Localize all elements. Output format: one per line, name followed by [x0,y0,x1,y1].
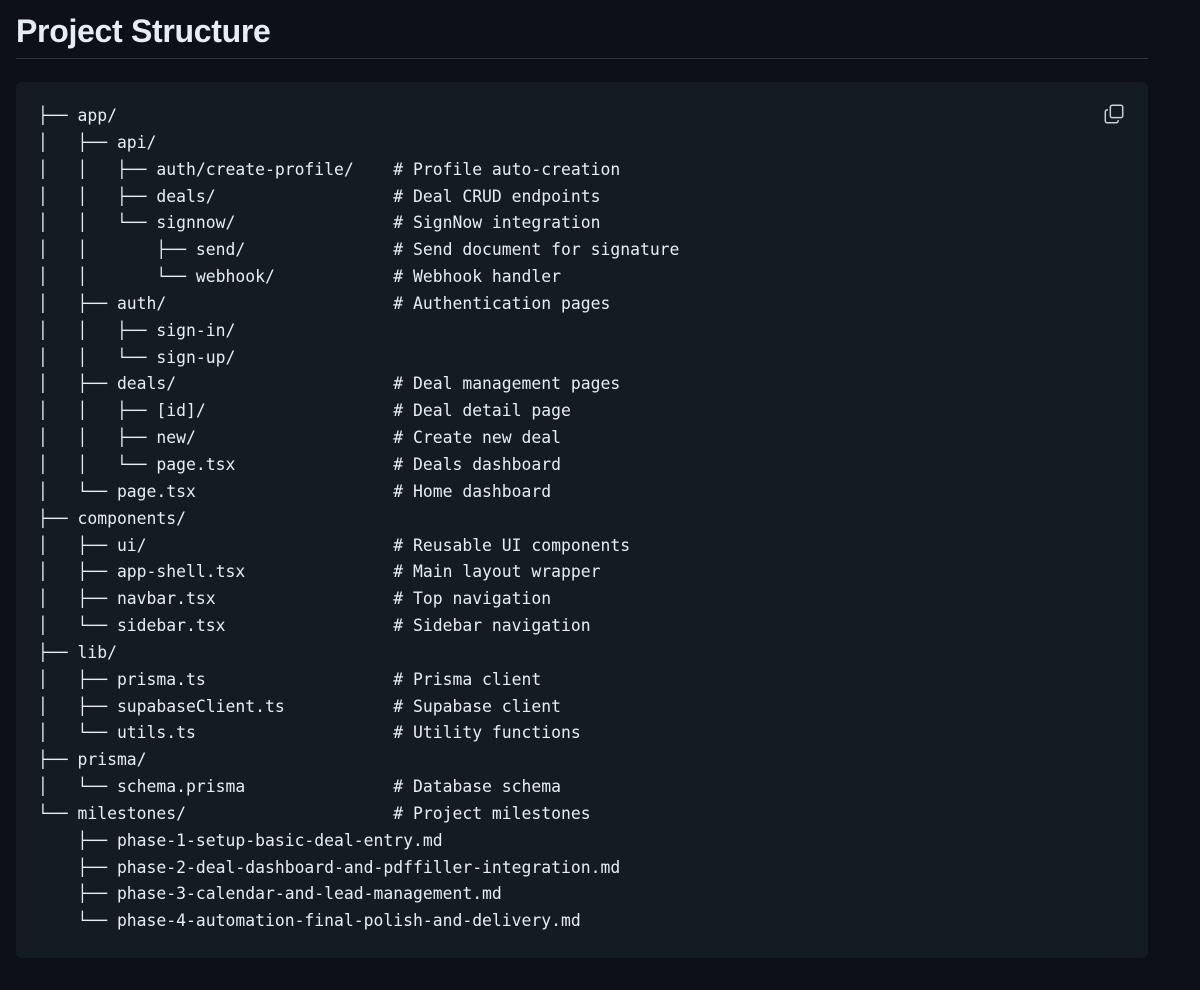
page-title: Project Structure [16,13,271,49]
tree-line: ├── components/ [38,508,187,528]
tree-line: ├── phase-2-deal-dashboard-and-pdffiller… [38,857,621,877]
tree-line: │ ├── app-shell.tsx # Main layout wrappe… [38,562,601,582]
tree-line: │ └── sidebar.tsx # Sidebar navigation [38,616,591,636]
tree-line: ├── prisma/ [38,750,147,770]
tree-line: ├── app/ [38,106,117,125]
tree-line: │ └── page.tsx # Home dashboard [38,481,552,501]
copy-button[interactable] [1098,98,1130,130]
tree-line: │ ├── navbar.tsx # Top navigation [38,589,552,609]
tree-line: │ │ ├── [id]/ # Deal detail page [38,401,571,421]
tree-line: │ │ └── page.tsx # Deals dashboard [38,454,562,474]
tree-line: │ │ ├── auth/create-profile/ # Profile a… [38,159,621,179]
tree-line: │ └── utils.ts # Utility functions [38,723,581,743]
tree-line: │ │ └── signnow/ # SignNow integration [38,213,601,233]
directory-tree: ├── app/ │ ├── api/ │ │ ├── auth/create-pr… [38,103,679,935]
tree-line: │ │ ├── new/ # Create new deal [38,428,562,448]
tree-line: ├── phase-1-setup-basic-deal-entry.md [38,830,443,850]
tree-line: │ └── schema.prisma # Database schema [38,777,562,797]
tree-line: │ ├── deals/ # Deal management pages [38,374,621,394]
tree-line: ├── lib/ [38,642,117,662]
tree-line: │ ├── prisma.ts # Prisma client [38,669,542,689]
copy-icon [1104,104,1124,124]
tree-line: │ │ ├── sign-in/ [38,320,236,340]
tree-line: │ │ ├── send/ # Send document for signat… [38,240,680,260]
tree-line: │ │ └── sign-up/ [38,347,236,367]
tree-line: └── phase-4-automation-final-polish-and-… [38,911,581,931]
tree-line: │ ├── auth/ # Authentication pages [38,293,611,313]
heading-divider [16,58,1148,59]
tree-line: ├── phase-3-calendar-and-lead-management… [38,884,502,904]
tree-line: │ ├── ui/ # Reusable UI components [38,535,631,555]
tree-line: │ │ └── webhook/ # Webhook handler [38,267,562,287]
tree-line: └── milestones/ # Project milestones [38,803,591,823]
tree-line: │ ├── supabaseClient.ts # Supabase clien… [38,696,562,716]
tree-line: │ │ ├── deals/ # Deal CRUD endpoints [38,186,601,206]
code-block: ├── app/ │ ├── api/ │ │ ├── auth/create-pr… [16,82,1148,958]
tree-line: │ ├── api/ [38,132,157,152]
